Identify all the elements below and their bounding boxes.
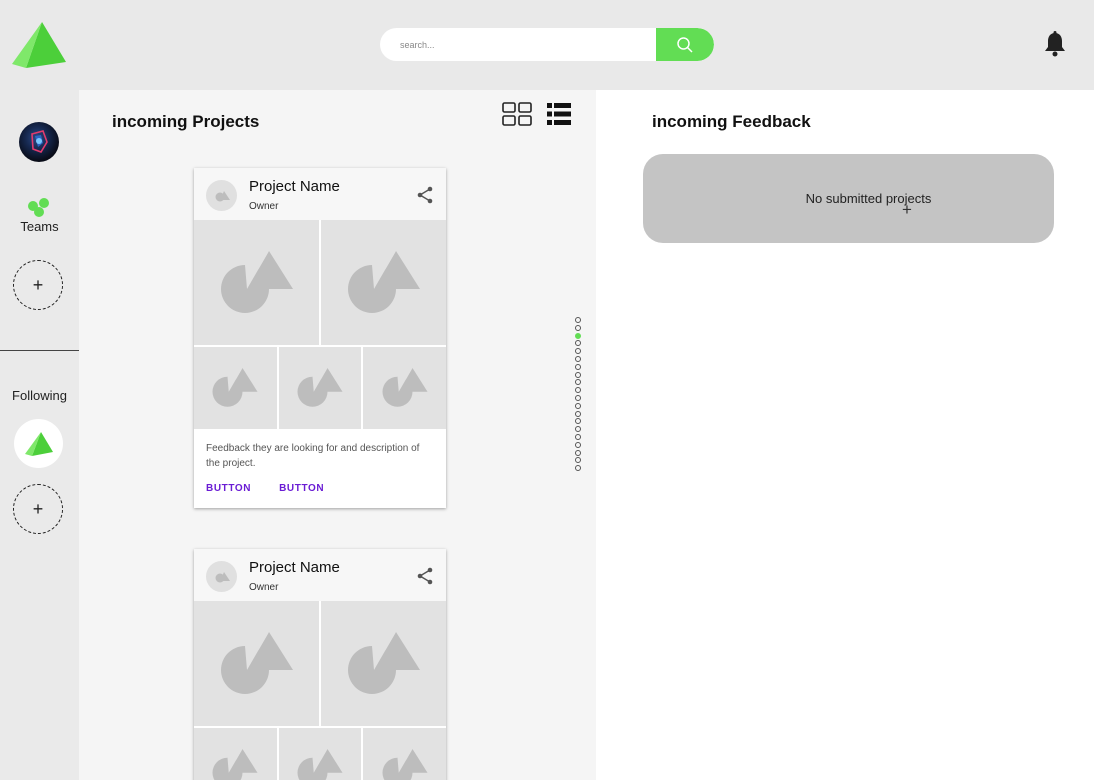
card-header: Project Name Owner [194, 168, 446, 220]
card-button-2[interactable]: BUTTON [279, 483, 324, 494]
search-icon [677, 36, 693, 53]
placeholder-image-icon [347, 250, 420, 313]
placeholder-image-icon [297, 749, 343, 780]
placeholder-image-icon [297, 368, 343, 407]
project-image[interactable] [194, 601, 319, 726]
placeholder-image-icon [382, 749, 428, 780]
pager-dot[interactable] [575, 457, 581, 464]
logo-icon[interactable] [12, 22, 66, 68]
pager-dot[interactable] [575, 418, 581, 425]
pager-dot-active[interactable] [575, 332, 581, 339]
pager-dot[interactable] [575, 410, 581, 417]
pager-dot[interactable] [575, 379, 581, 386]
project-image[interactable] [278, 728, 362, 780]
pager-dot[interactable] [575, 324, 581, 331]
card-button-1[interactable]: BUTTON [206, 483, 251, 494]
feedback-empty-text: No submitted projects [805, 191, 932, 206]
pager-dot[interactable] [575, 426, 581, 433]
card-avatar [206, 180, 237, 211]
logo-icon [24, 431, 53, 456]
project-description: Feedback they are looking for and descri… [206, 443, 420, 469]
add-following-button[interactable]: + [13, 484, 63, 534]
teams-icon[interactable] [25, 198, 55, 218]
project-image[interactable] [321, 601, 446, 726]
project-image[interactable] [194, 728, 277, 780]
search-bar [380, 28, 714, 61]
pager-dot[interactable] [575, 402, 581, 409]
placeholder-image-icon [220, 631, 293, 694]
share-icon[interactable] [416, 567, 434, 585]
project-image[interactable] [278, 347, 362, 429]
top-bar [0, 0, 1094, 90]
teams-label[interactable]: Teams [0, 219, 79, 234]
placeholder-image-icon [212, 368, 258, 407]
feedback-title: incoming Feedback [652, 112, 811, 131]
feedback-empty-box[interactable]: No submitted projects + [643, 154, 1054, 243]
sidebar: Teams + Following + [0, 90, 79, 780]
pager-dot[interactable] [575, 465, 581, 472]
pager-dot[interactable] [575, 433, 581, 440]
pager-dot[interactable] [575, 363, 581, 370]
project-card[interactable]: Project Name Owner [194, 549, 446, 780]
project-image[interactable] [321, 220, 446, 345]
add-team-button[interactable]: + [13, 260, 63, 310]
project-name[interactable]: Project Name [249, 559, 340, 576]
project-owner: Owner [249, 582, 279, 593]
pager-dots [575, 317, 581, 473]
following-label: Following [12, 388, 67, 403]
search-input[interactable] [400, 28, 650, 61]
pager-dot[interactable] [575, 387, 581, 394]
pager-dot[interactable] [575, 394, 581, 401]
project-image[interactable] [363, 728, 446, 780]
project-image[interactable] [363, 347, 446, 429]
pager-dot[interactable] [575, 348, 581, 355]
user-avatar[interactable] [19, 122, 59, 162]
project-owner: Owner [249, 201, 279, 212]
pager-dot[interactable] [575, 449, 581, 456]
project-image[interactable] [194, 347, 277, 429]
card-header: Project Name Owner [194, 549, 446, 601]
bell-icon[interactable] [1043, 31, 1067, 57]
following-item-avatar[interactable] [14, 419, 63, 468]
card-avatar [206, 561, 237, 592]
placeholder-image-icon [220, 250, 293, 313]
project-name[interactable]: Project Name [249, 178, 340, 195]
placeholder-image-icon [212, 749, 258, 780]
pager-dot[interactable] [575, 340, 581, 347]
list-view-icon[interactable] [547, 102, 571, 126]
feedback-panel: incoming Feedback No submitted projects … [596, 90, 1094, 780]
placeholder-image-icon [215, 190, 230, 201]
project-card[interactable]: Project Name Owner [194, 168, 446, 508]
avatar-image [31, 130, 48, 153]
placeholder-image-icon [347, 631, 420, 694]
search-button[interactable] [656, 28, 714, 61]
pager-dot[interactable] [575, 441, 581, 448]
project-image[interactable] [194, 220, 319, 345]
placeholder-image-icon [215, 571, 230, 582]
add-feedback-button[interactable]: + [902, 200, 912, 220]
projects-title: incoming Projects [112, 112, 260, 131]
placeholder-image-icon [382, 368, 428, 407]
share-icon[interactable] [416, 186, 434, 204]
pager-dot[interactable] [575, 355, 581, 362]
pager-dot[interactable] [575, 371, 581, 378]
projects-panel: incoming Projects Project Name Owner Fee… [79, 90, 596, 780]
sidebar-divider [0, 350, 79, 351]
grid-view-icon[interactable] [502, 102, 532, 126]
pager-dot[interactable] [575, 317, 581, 323]
